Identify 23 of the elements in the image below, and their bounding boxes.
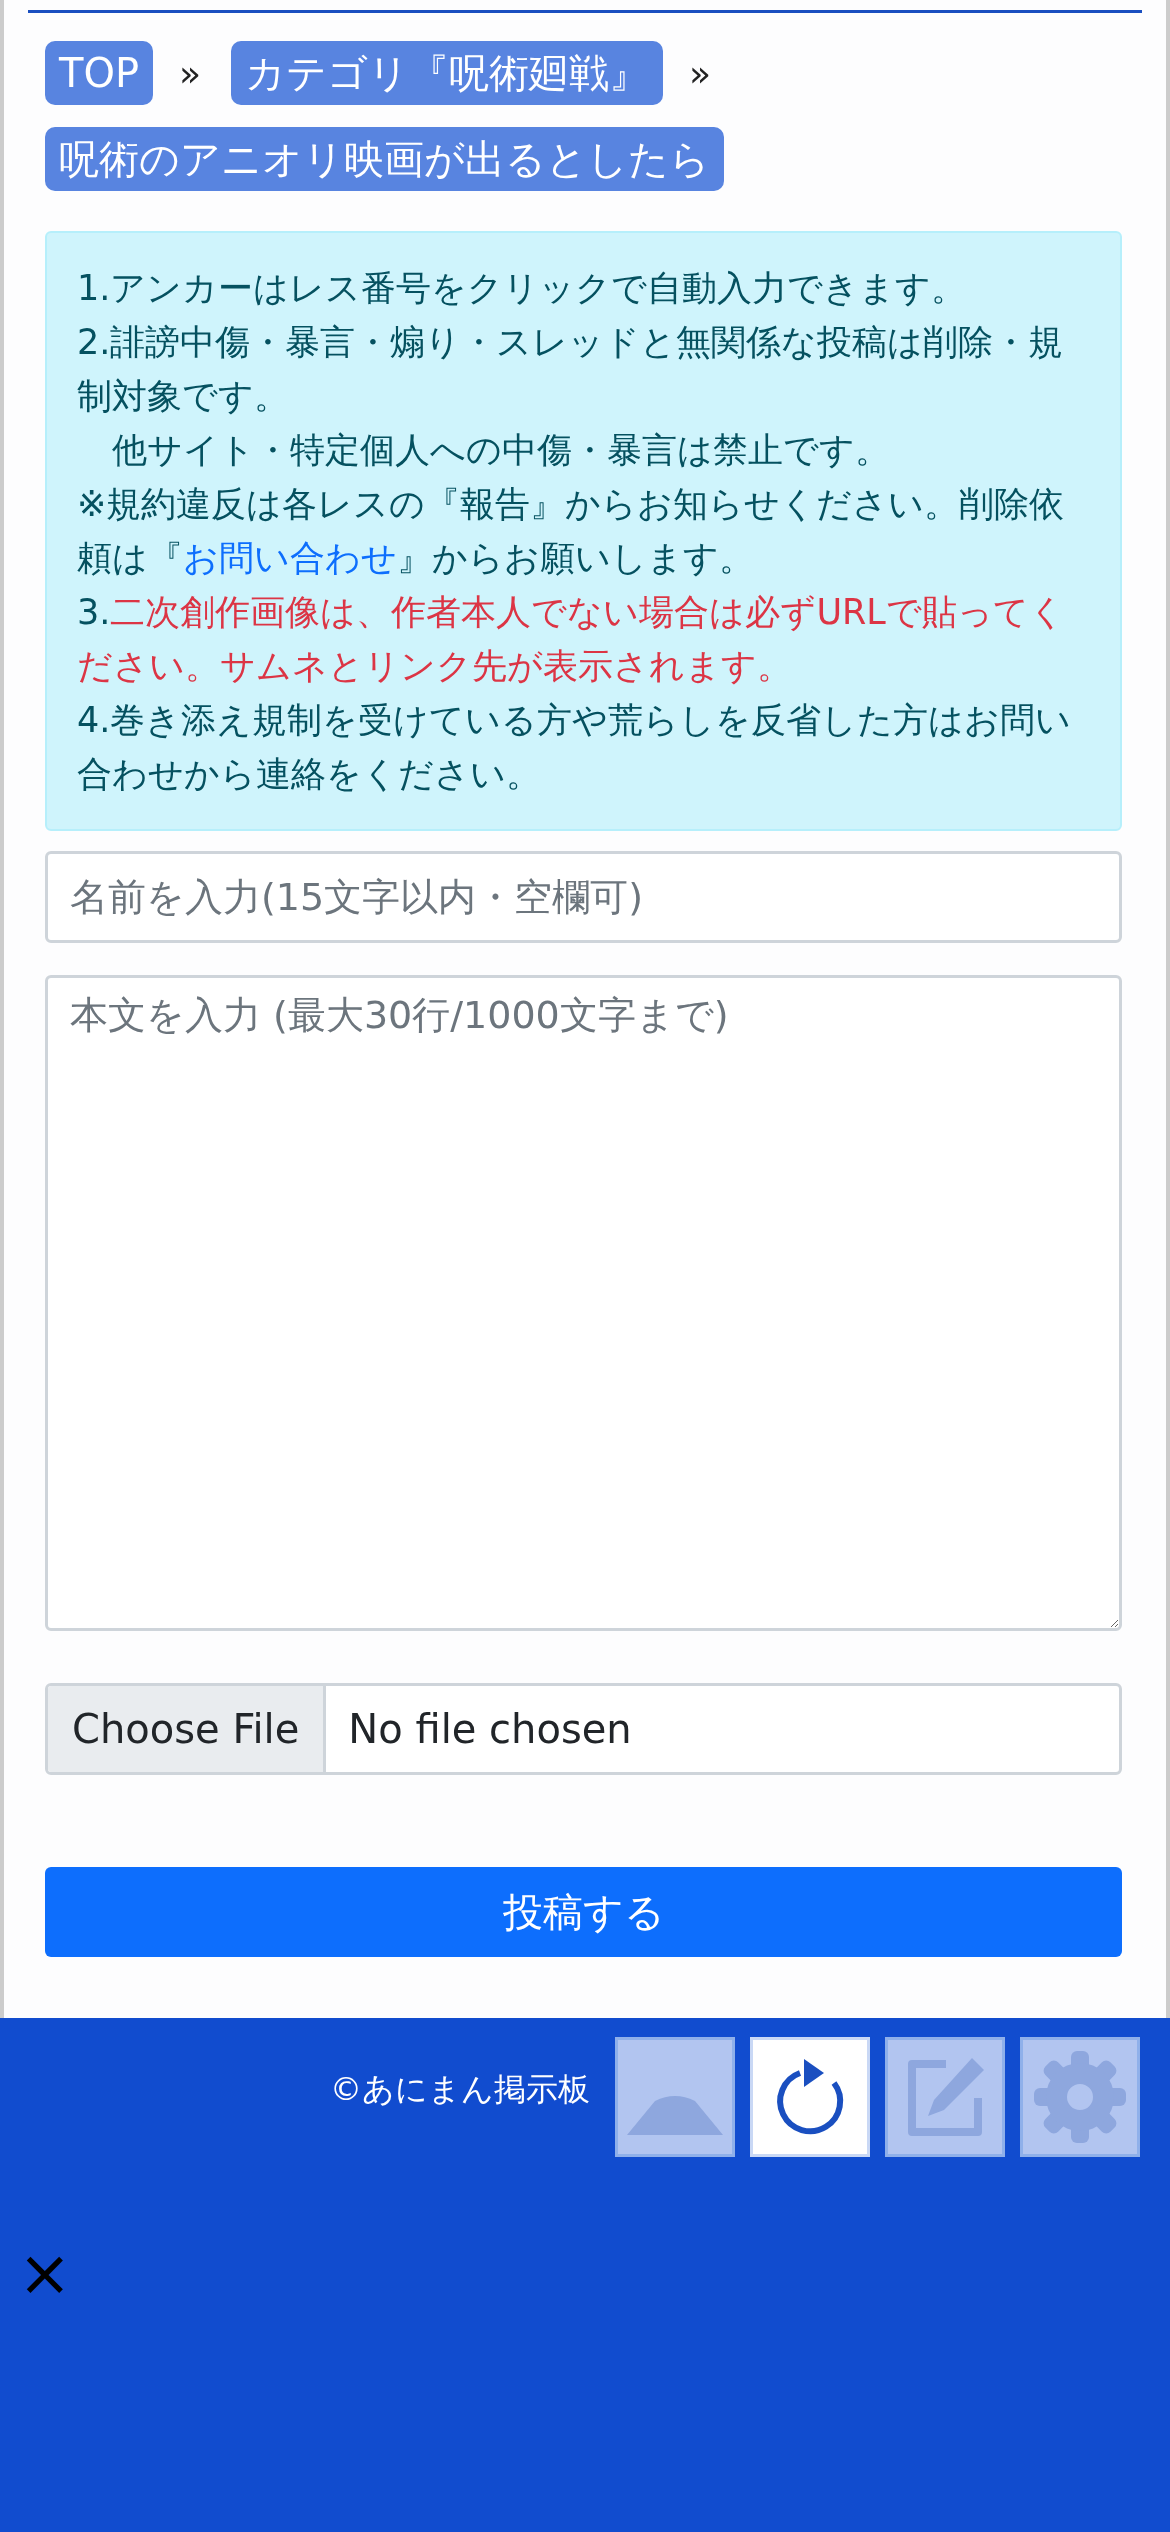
settings-icon [1033, 2050, 1127, 2144]
copyright-text: ©あにまん掲示板 [330, 2069, 590, 2110]
mountain-icon [627, 2095, 723, 2135]
breadcrumb-separator: » [689, 52, 712, 94]
file-input[interactable]: Choose File No file chosen [45, 1683, 1122, 1775]
close-button[interactable]: × [18, 2238, 72, 2308]
submit-button[interactable]: 投稿する [45, 1867, 1122, 1957]
notice-text: 4.巻き添え規制を受けている方や荒らしを反省した方はお問い合わせから連絡をください。 [77, 699, 1073, 796]
notice-text: 3.二次創作画像は、作者本人でない場合は必ずURLで貼ってください。サムネとリンク先が表示されます。 [77, 591, 1066, 688]
notice-text: 2.誹謗中傷・暴言・煽り・スレッドと無関係な投稿は削除・規制対象です。 [77, 321, 1065, 418]
breadcrumb-link[interactable]: TOP [45, 41, 154, 105]
breadcrumb-link[interactable]: 呪術のアニオリ映画が出るとしたら [45, 127, 724, 191]
notice-text: ※規約違反は各レスの『報告』からお知らせください。削除依頼は『お問い合わせ』からお願いします。 [77, 483, 1066, 580]
notice-text: 他サイト・特定個人への中傷・暴言は禁止です。 [111, 429, 891, 472]
file-status: No file chosen [347, 1706, 632, 1752]
breadcrumb-link[interactable]: カテゴリ『呪術廻戦』 [231, 41, 664, 105]
choose-file-button[interactable]: Choose File [48, 1686, 327, 1772]
name-field[interactable]: 名前を入力(15文字以内・空欄可) [45, 851, 1122, 943]
body-field[interactable]: 本文を入力 (最大30行/1000文字まで) [45, 975, 1122, 1631]
breadcrumb-separator: » [179, 52, 202, 94]
contact-link[interactable]: お問い合わせ [183, 538, 397, 578]
floating-button[interactable] [750, 2037, 870, 2157]
notice-text: 1.アンカーはレス番号をクリックで自動入力できます。 [77, 267, 968, 310]
